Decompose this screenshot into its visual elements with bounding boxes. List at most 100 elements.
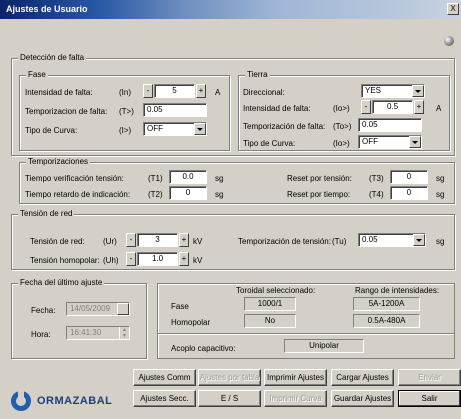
hora-value: 16:41:30 [70,328,102,337]
ajustes-tabla-button[interactable]: Ajustes por tabla [198,369,261,386]
guardar-ajustes-button[interactable]: Guardar Ajustes [331,390,394,407]
tierra-curva-select[interactable]: OFF [358,135,422,149]
tension-red-label: Tensión de red: [30,237,85,246]
tierra-direccional-select[interactable]: YES [361,84,425,98]
fase-legend: Fase [26,70,48,79]
ajustes-comm-button[interactable]: Ajustes Comm [133,369,196,386]
spin-updown-icon[interactable]: ▲ ▼ [119,327,129,339]
fase-intensidad-plus[interactable]: + [196,84,206,98]
toroidal-rango-header: Rango de intensidades: [355,286,440,295]
temporizaciones-legend: Temporizaciones [26,157,91,166]
tension-homo-input[interactable]: 1.0 [137,252,178,266]
toroidal-divider [158,333,454,335]
chevron-down-icon[interactable] [412,85,424,97]
fase-curva-select[interactable]: OFF [143,122,207,136]
chevron-down-icon[interactable] [409,136,421,148]
tension-homo-unit: kV [193,256,203,265]
tension-temp-value: 0.05 [362,235,378,244]
tierra-intensidad-sym: (Io>) [333,104,350,113]
ajustes-secc-button[interactable]: Ajustes Secc. [133,390,196,407]
tierra-legend: Tierra [245,70,270,79]
ormazabal-logo-text: ORMAZABAL [37,395,113,407]
toroidal-homo-sel: No [244,314,296,328]
fecha-group: Fecha del último ajuste [11,278,147,359]
t3-input[interactable]: 0 [390,170,428,184]
tension-homo-minus[interactable]: - [126,252,136,266]
t2-label: Tiempo retardo de indicación: [25,190,131,199]
tierra-intensidad-plus[interactable]: + [414,100,424,114]
toroidal-sel-header: Toroidal seleccionado: [236,286,316,295]
deteccion-legend: Detección de falta [18,53,87,62]
tierra-temporizacion-input[interactable]: 0.05 [358,118,422,132]
fase-temporizacion-label: Temporizacion de falta: [25,107,108,116]
tension-red-sym: (Ur) [103,237,117,246]
fecha-picker[interactable]: 14/05/2009 [66,302,130,316]
t4-sym: (T4) [369,190,384,199]
fase-intensidad-label: Intensidad de falta: [25,88,93,97]
t3-label: Reset por tensión: [287,174,352,183]
acoplo-value: Unipolar [284,339,364,353]
tension-temp-label: Temporización de tensión: [238,237,331,246]
hora-label: Hora: [31,330,51,339]
close-button[interactable]: X [447,3,459,15]
es-button[interactable]: E / S [198,390,261,407]
toroidal-homo-rango: 0.5A-480A [353,314,420,328]
tension-red-minus[interactable]: - [126,233,136,247]
t3-sym: (T3) [369,174,384,183]
tension-red-plus[interactable]: + [179,233,189,247]
fase-intensidad-input[interactable]: 5 [154,84,195,98]
imprimir-curva-button[interactable]: Imprimir Curva [264,390,327,407]
t4-input[interactable]: 0 [390,186,428,200]
tierra-intensidad-minus[interactable]: - [361,100,371,114]
salir-button[interactable]: Salir [398,390,461,407]
fecha-legend: Fecha del último ajuste [18,278,105,287]
tension-homo-sym: (Uh) [103,256,119,265]
hora-picker[interactable]: 16:41:30 ▲ ▼ [66,326,130,340]
t3-unit: sg [436,174,445,183]
tierra-intensidad-label: Intensidad de falta: [243,104,311,113]
toroidal-fase-rango: 5A-1200A [353,297,420,311]
enviar-button[interactable]: Enviar [398,369,461,386]
tierra-intensidad-unit: A [436,104,442,113]
tension-temp-select[interactable]: 0.05 [358,233,426,247]
tension-homo-plus[interactable]: + [179,252,189,266]
ormazabal-ring-icon [11,391,31,411]
tension-legend: Tensión de red [18,209,75,218]
tension-temp-sym: (Tu) [332,237,347,246]
title-bar: Ajustes de Usuario X [0,0,461,19]
chevron-down-icon[interactable] [413,234,425,246]
fase-intensidad-unit: A [215,88,221,97]
t4-unit: sg [436,190,445,199]
fase-intensidad-minus[interactable]: - [143,84,153,98]
tension-temp-unit: sg [436,237,445,246]
fase-curva-value: OFF [147,124,163,133]
tierra-direccional-label: Direccional: [243,88,285,97]
fase-curva-label: Tipo de Curva: [25,126,78,135]
tierra-direccional-value: YES [365,86,382,95]
cargar-ajustes-button[interactable]: Cargar Ajustes [331,369,394,386]
tension-red-input[interactable]: 3 [137,233,178,247]
fecha-value: 14/05/2009 [70,304,111,313]
status-led-icon [444,36,454,46]
ajustes-window: Ajustes de Usuario X Detección de falta … [0,0,461,419]
t4-label: Reset por tiempo: [287,190,351,199]
tension-homo-label: Tensión homopolar: [30,256,100,265]
toroidal-fase-label: Fase [171,302,189,311]
fase-curva-sym: (I>) [119,126,132,135]
t2-unit: sg [215,190,224,199]
t1-sym: (T1) [148,174,163,183]
t2-input[interactable]: 0 [169,186,207,200]
t1-input[interactable]: 0.0 [169,170,207,184]
toroidal-fase-sel: 1000/1 [244,297,296,311]
ormazabal-logo: ORMAZABAL [11,390,131,412]
t1-label: Tiempo verificación tensión: [25,174,124,183]
chevron-down-icon[interactable] [117,303,129,315]
chevron-down-icon[interactable] [194,123,206,135]
tierra-temporizacion-sym: (To>) [333,122,352,131]
tierra-curva-value: OFF [362,137,378,146]
tierra-intensidad-input[interactable]: 0.5 [372,100,413,114]
fecha-label: Fecha: [31,306,56,315]
tension-red-unit: kV [193,237,203,246]
fase-temporizacion-input[interactable]: 0.05 [143,103,207,117]
imprimir-ajustes-button[interactable]: Imprimir Ajustes [264,369,327,386]
